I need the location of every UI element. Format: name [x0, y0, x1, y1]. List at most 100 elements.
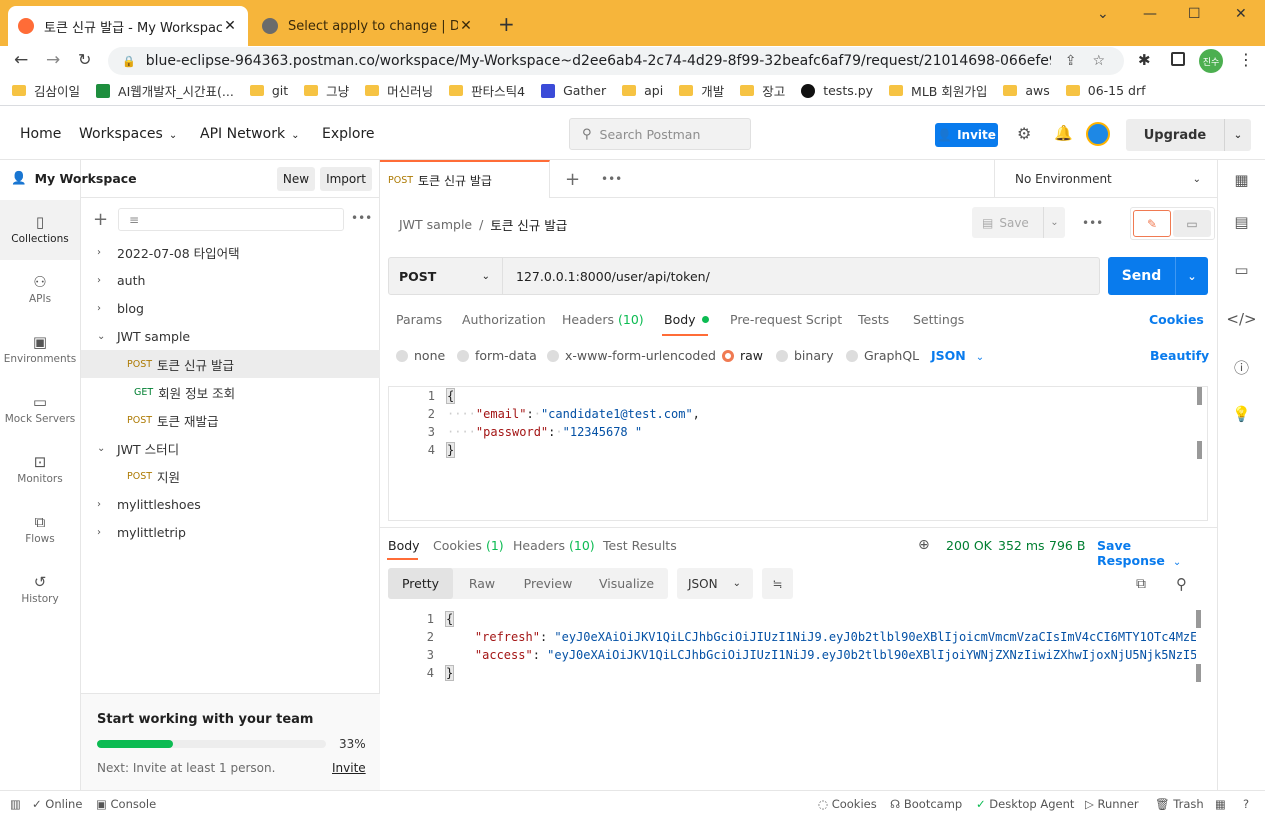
- chevron-down-icon[interactable]: ⌄: [1043, 207, 1065, 238]
- runner-button[interactable]: ▷ Runner: [1085, 797, 1139, 811]
- radio-form-data[interactable]: form-data: [457, 348, 537, 363]
- response-scrollbar-thumb[interactable]: [1196, 664, 1201, 682]
- collection-item[interactable]: › auth: [81, 266, 380, 294]
- language-select[interactable]: JSON ⌄: [931, 348, 984, 363]
- response-tab-headers[interactable]: Headers (10): [513, 538, 595, 553]
- bookmark-item[interactable]: 06-15 drf: [1065, 83, 1146, 98]
- notifications-bell-icon[interactable]: 🔔: [1054, 124, 1073, 142]
- view-preview[interactable]: Preview: [511, 568, 585, 599]
- tab-body[interactable]: Body: [664, 312, 709, 327]
- toggle-sidebar-icon[interactable]: ▥: [10, 797, 21, 811]
- rail-monitors[interactable]: ⊡ Monitors: [0, 440, 80, 500]
- bookmark-item[interactable]: MLB 회원가입: [889, 81, 987, 100]
- desktop-agent-button[interactable]: ✓ Desktop Agent: [976, 797, 1074, 811]
- rail-collections[interactable]: ▯ Collections: [0, 200, 80, 260]
- collection-item[interactable]: › 2022-07-08 타입어택: [81, 238, 380, 266]
- collection-item[interactable]: › mylittleshoes: [81, 490, 380, 518]
- user-avatar[interactable]: [1086, 122, 1110, 146]
- radio-raw[interactable]: raw: [722, 348, 763, 363]
- collection-item[interactable]: ⌄ JWT sample: [81, 322, 380, 350]
- comments-icon[interactable]: ▭: [1173, 210, 1211, 237]
- bookmark-item[interactable]: 그냥: [304, 81, 349, 100]
- chevron-down-icon[interactable]: ⌄: [97, 331, 109, 342]
- settings-gear-icon[interactable]: ⚙: [1017, 124, 1031, 143]
- bookmark-item[interactable]: 장고: [740, 81, 785, 100]
- nav-workspaces[interactable]: Workspaces ⌄: [79, 126, 177, 142]
- rail-history[interactable]: ↺ History: [0, 560, 80, 620]
- more-options-icon[interactable]: •••: [351, 211, 372, 225]
- online-status[interactable]: ✓ Online: [32, 797, 82, 811]
- side-panel-icon[interactable]: [1171, 52, 1185, 66]
- chevron-right-icon[interactable]: ›: [97, 303, 109, 314]
- bookmark-item[interactable]: aws: [1003, 83, 1050, 98]
- response-body-viewer[interactable]: 1 2 3 4 { "refresh": "eyJ0eXAiOiJKV1QiLC…: [388, 610, 1208, 790]
- request-tab[interactable]: POST 토큰 신규 발급: [380, 160, 550, 198]
- environment-select[interactable]: No Environment ⌄: [994, 160, 1217, 198]
- team-invite-link[interactable]: Invite: [332, 761, 366, 775]
- code-snippet-icon[interactable]: </>: [1218, 310, 1265, 328]
- bookmark-item[interactable]: AI웹개발자_시간표(...: [96, 81, 234, 100]
- view-raw[interactable]: Raw: [453, 568, 511, 599]
- save-button[interactable]: ▤ Save ⌄: [972, 207, 1065, 238]
- bookmark-item[interactable]: 머신러닝: [365, 81, 433, 100]
- filter-input[interactable]: ≡: [118, 208, 344, 231]
- wrap-lines-icon[interactable]: ≒: [762, 568, 793, 599]
- new-button[interactable]: New: [277, 167, 315, 191]
- request-item[interactable]: POST 토큰 신규 발급: [81, 350, 380, 378]
- chrome-menu-icon[interactable]: ⋮: [1238, 50, 1254, 69]
- tab-authorization[interactable]: Authorization: [462, 312, 546, 327]
- collection-item[interactable]: ⌄ JWT 스터디: [81, 434, 380, 462]
- tab-options-icon[interactable]: •••: [601, 172, 622, 186]
- browser-tab-django[interactable]: Select apply to change | Django ✕: [252, 6, 484, 46]
- request-item[interactable]: POST 토큰 재발급: [81, 406, 380, 434]
- request-body-editor[interactable]: 1 2 3 4 { ····"email":·"candidate1@test.…: [388, 386, 1208, 521]
- nav-home[interactable]: Home: [20, 126, 61, 142]
- bootcamp-button[interactable]: ☊ Bootcamp: [890, 797, 962, 811]
- bookmark-item[interactable]: Gather: [541, 83, 606, 98]
- info-icon[interactable]: ⓘ: [1218, 357, 1265, 378]
- rail-apis[interactable]: ⚇ APIs: [0, 260, 80, 320]
- chevron-right-icon[interactable]: ›: [97, 275, 109, 286]
- view-visualize[interactable]: Visualize: [585, 568, 668, 599]
- rail-environments[interactable]: ▣ Environments: [0, 320, 80, 380]
- chevron-down-icon[interactable]: ⌄: [1225, 130, 1251, 141]
- editor-scrollbar-thumb[interactable]: [1197, 441, 1202, 459]
- trash-button[interactable]: 🗑 Trash: [1155, 797, 1204, 811]
- tab-headers[interactable]: Headers (10): [562, 312, 644, 327]
- tab-params[interactable]: Params: [396, 312, 442, 327]
- close-window-button[interactable]: ✕: [1235, 6, 1247, 22]
- profile-avatar[interactable]: 진수: [1199, 49, 1223, 73]
- url-omnibox[interactable]: 🔒 blue-eclipse-964363.postman.co/workspa…: [108, 47, 1124, 75]
- edit-pencil-icon[interactable]: ✎: [1133, 210, 1171, 237]
- radio-graphql[interactable]: GraphQL: [846, 348, 919, 363]
- copy-icon[interactable]: ⧉: [1136, 576, 1146, 592]
- help-icon[interactable]: ?: [1243, 797, 1249, 811]
- share-icon[interactable]: ⇪: [1065, 53, 1077, 69]
- send-button[interactable]: Send ⌄: [1108, 257, 1208, 295]
- forward-button[interactable]: →: [46, 50, 60, 70]
- globe-icon[interactable]: ⊕: [918, 537, 930, 553]
- chevron-right-icon[interactable]: ›: [97, 247, 109, 258]
- nav-explore[interactable]: Explore: [322, 126, 375, 142]
- cookies-button[interactable]: ◌ Cookies: [818, 797, 877, 811]
- tab-search-icon[interactable]: ⌄: [1097, 6, 1109, 22]
- tab-prerequest-script[interactable]: Pre-request Script: [730, 312, 842, 327]
- breadcrumb-collection[interactable]: JWT sample: [399, 217, 472, 232]
- collection-item[interactable]: › blog: [81, 294, 380, 322]
- collection-item[interactable]: › mylittletrip: [81, 518, 380, 546]
- radio-none[interactable]: none: [396, 348, 445, 363]
- extensions-icon[interactable]: ✱: [1138, 51, 1151, 69]
- search-icon[interactable]: ⚲: [1176, 575, 1187, 593]
- close-tab-icon[interactable]: ✕: [222, 18, 238, 34]
- upgrade-button[interactable]: Upgrade ⌄: [1126, 119, 1251, 151]
- method-select[interactable]: POST ⌄: [389, 258, 503, 294]
- bookmark-item[interactable]: 판타스틱4: [449, 81, 525, 100]
- minimize-button[interactable]: —: [1143, 6, 1157, 22]
- browser-tab-postman[interactable]: 토큰 신규 발급 - My Workspace ✕: [8, 6, 248, 46]
- bookmark-item[interactable]: 개발: [679, 81, 724, 100]
- bookmark-item[interactable]: tests.py: [801, 83, 873, 98]
- beautify-link[interactable]: Beautify: [1150, 348, 1209, 363]
- tab-settings[interactable]: Settings: [913, 312, 964, 327]
- invite-button[interactable]: 👤 Invite: [935, 123, 998, 147]
- request-item[interactable]: POST 지원: [81, 462, 380, 490]
